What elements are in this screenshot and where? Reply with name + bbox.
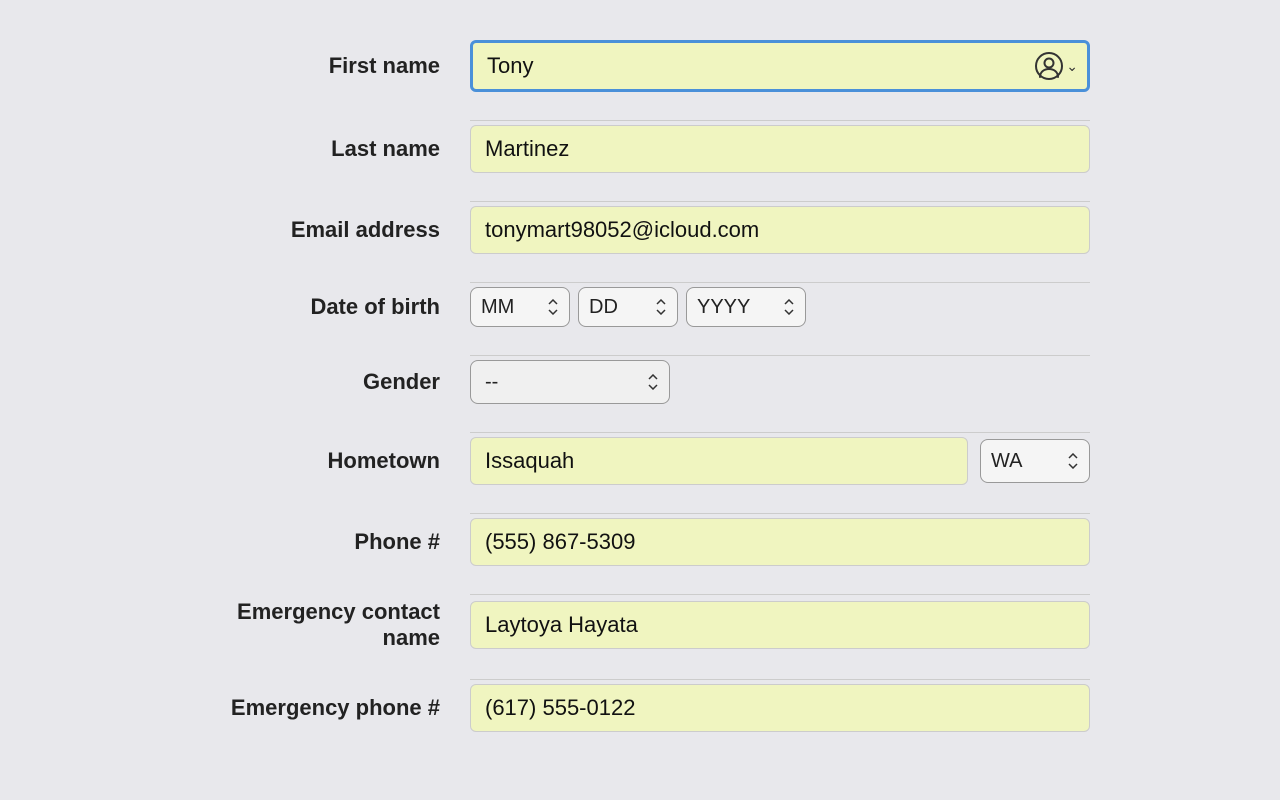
divider-1 [470,120,1090,121]
emergency-phone-label: Emergency phone # [190,695,470,721]
gender-select[interactable]: -- Male Female Non-binary Prefer not to … [470,360,670,404]
emergency-name-field-wrapper [470,601,1090,649]
dob-field-wrapper: MM 010203 040506 070809 101112 DD 010203… [470,287,1090,327]
emergency-name-row: Emergency contact name [190,599,1090,661]
hometown-field-wrapper: WA ALAKAZ ARCACO CTDEFL GAHIID ILINIA KS… [470,437,1090,485]
divider-3 [470,282,1090,283]
hometown-container: WA ALAKAZ ARCACO CTDEFL GAHIID ILINIA KS… [470,437,1090,485]
emergency-phone-field-wrapper [470,684,1090,732]
first-name-field-wrapper: ⌄ [470,40,1090,92]
emergency-contact-name-input[interactable] [470,601,1090,649]
email-row: Email address [190,206,1090,264]
emergency-phone-input[interactable] [470,684,1090,732]
gender-row: Gender -- Male Female Non-binary Prefer … [190,360,1090,414]
gender-field-wrapper: -- Male Female Non-binary Prefer not to … [470,360,1090,404]
dob-container: MM 010203 040506 070809 101112 DD 010203… [470,287,1090,327]
dob-day-select[interactable]: DD 010203 040506 070809 101112 131415 16… [578,287,678,327]
last-name-label: Last name [190,136,470,162]
email-field-wrapper [470,206,1090,254]
gender-label: Gender [190,369,470,395]
profile-form: First name ⌄ Last name Em [190,20,1090,780]
last-name-input[interactable] [470,125,1090,173]
phone-label: Phone # [190,529,470,555]
divider-5 [470,432,1090,433]
phone-input[interactable] [470,518,1090,566]
divider-7 [470,594,1090,595]
email-label: Email address [190,217,470,243]
hometown-state-select[interactable]: WA ALAKAZ ARCACO CTDEFL GAHIID ILINIA KS… [980,439,1090,483]
divider-8 [470,679,1090,680]
account-chevron-icon: ⌄ [1066,58,1078,75]
last-name-field-wrapper [470,125,1090,173]
first-name-input[interactable] [470,40,1090,92]
divider-2 [470,201,1090,202]
account-icon-button[interactable]: ⌄ [1035,52,1078,80]
dob-row: Date of birth MM 010203 040506 070809 10… [190,287,1090,337]
email-input[interactable] [470,206,1090,254]
dob-label: Date of birth [190,294,470,320]
last-name-row: Last name [190,125,1090,183]
hometown-city-input[interactable] [470,437,968,485]
dob-year-select[interactable]: YYYY 200520001995 199019851980 19751970 [686,287,806,327]
divider-6 [470,513,1090,514]
hometown-row: Hometown WA ALAKAZ ARCACO CTDEFL GAHIID … [190,437,1090,495]
phone-row: Phone # [190,518,1090,576]
phone-field-wrapper [470,518,1090,566]
emergency-phone-row: Emergency phone # [190,684,1090,742]
first-name-input-wrapper: ⌄ [470,40,1090,92]
divider-4 [470,355,1090,356]
emergency-name-label: Emergency contact name [190,599,470,651]
first-name-label: First name [190,53,470,79]
first-name-row: First name ⌄ [190,40,1090,102]
hometown-label: Hometown [190,448,470,474]
dob-month-select[interactable]: MM 010203 040506 070809 101112 [470,287,570,327]
